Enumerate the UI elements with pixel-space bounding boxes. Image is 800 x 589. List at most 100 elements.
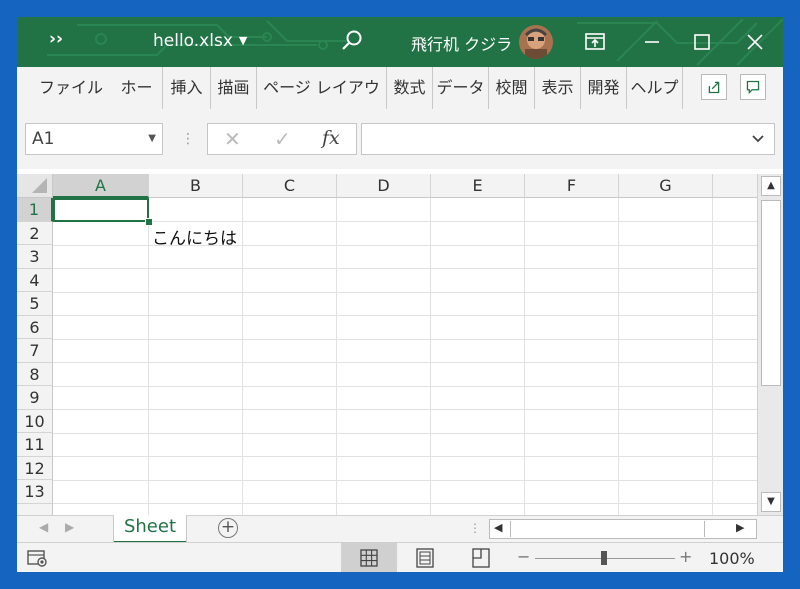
active-cell-a1[interactable]	[53, 198, 149, 222]
page-break-view-button[interactable]	[453, 543, 509, 572]
sheet-tabs-bar: ◀ ▶ Sheet + ⋮ ◀ ▶	[17, 515, 783, 543]
select-all-button[interactable]	[17, 174, 53, 198]
column-header-c[interactable]: C	[243, 174, 337, 198]
tab-help[interactable]: ヘルプ	[627, 67, 683, 109]
tab-page-layout[interactable]: ページ レイアウト	[257, 67, 387, 139]
gridline	[53, 268, 757, 269]
zoom-in-icon[interactable]: +	[679, 547, 692, 566]
row-header-2[interactable]: 2	[17, 221, 53, 245]
horizontal-scrollbar[interactable]: ◀ ▶	[489, 519, 757, 539]
row-header-3[interactable]: 3	[17, 245, 53, 269]
gridline	[242, 198, 243, 515]
gridline	[430, 198, 431, 515]
sheet-tab[interactable]: Sheet	[114, 515, 186, 543]
tab-file[interactable]: ファイル	[29, 67, 113, 109]
select-all-triangle-icon	[32, 178, 47, 193]
page-layout-view-button[interactable]	[397, 543, 453, 572]
grid-view-icon	[360, 549, 378, 567]
tab-review[interactable]: 校閲	[489, 67, 535, 109]
gridline	[53, 479, 757, 481]
column-header-b[interactable]: B	[149, 174, 243, 198]
cancel-icon[interactable]: ✕	[224, 127, 241, 151]
vertical-scrollbar[interactable]: ▲ ▼	[757, 174, 783, 515]
chevron-down-icon[interactable]: ▼	[148, 124, 156, 154]
maximize-icon[interactable]	[687, 27, 717, 57]
column-header-d[interactable]: D	[337, 174, 431, 198]
file-name-dropdown[interactable]: hello.xlsx ▼	[153, 31, 247, 51]
close-icon[interactable]	[740, 27, 770, 57]
search-icon[interactable]	[339, 28, 365, 54]
comment-icon[interactable]	[740, 74, 766, 100]
gridline	[148, 198, 149, 515]
row-header-4[interactable]: 4	[17, 268, 53, 292]
gridline	[524, 198, 525, 515]
prev-sheet-icon[interactable]: ◀	[39, 520, 48, 534]
gridline	[53, 456, 757, 457]
next-sheet-icon[interactable]: ▶	[65, 520, 74, 534]
column-header-a[interactable]: A	[53, 174, 149, 198]
title-bar: ›› hello.xlsx ▼ 飛行机 クジラ	[17, 17, 783, 67]
tab-developer[interactable]: 開発	[581, 67, 627, 109]
macro-record-icon[interactable]	[27, 549, 49, 567]
drag-handle-icon[interactable]: ⋮	[181, 131, 195, 147]
insert-function-icon[interactable]: fx	[322, 127, 340, 149]
gridline	[53, 409, 757, 410]
row-header-8[interactable]: 8	[17, 362, 53, 386]
zoom-percentage[interactable]: 100%	[709, 549, 755, 568]
ribbon-display-icon[interactable]	[580, 27, 610, 57]
gridline	[53, 503, 757, 504]
row-header-12[interactable]: 12	[17, 456, 53, 480]
formula-buttons: ✕ ✓ fx	[207, 123, 357, 155]
row-header-5[interactable]: 5	[17, 292, 53, 316]
overflow-icon[interactable]: ››	[49, 29, 63, 49]
excel-window: ›› hello.xlsx ▼ 飛行机 クジラ ファイル ホー 挿入 描画 ペー…	[17, 17, 783, 572]
row-header-11[interactable]: 11	[17, 433, 53, 457]
avatar[interactable]	[519, 25, 553, 59]
gridline	[53, 315, 757, 316]
user-name[interactable]: 飛行机 クジラ	[411, 31, 512, 55]
name-box[interactable]: A1 ▼	[25, 123, 163, 155]
chevron-down-icon[interactable]	[750, 131, 766, 147]
gridline	[712, 198, 713, 515]
zoom-slider-thumb[interactable]	[601, 551, 607, 565]
scroll-right-icon[interactable]: ▶	[736, 521, 744, 534]
formula-input[interactable]	[361, 123, 775, 155]
caret-down-icon: ▼	[238, 34, 248, 47]
zoom-out-icon[interactable]: −	[517, 547, 530, 566]
spreadsheet-grid[interactable]: A B C D E F G 1 2 3 4 5 6 7 8 9 10 11 12…	[17, 174, 757, 515]
row-header-6[interactable]: 6	[17, 315, 53, 339]
enter-icon[interactable]: ✓	[274, 127, 291, 151]
normal-view-button[interactable]	[341, 543, 397, 572]
tab-data[interactable]: データ	[433, 67, 489, 109]
gridline	[53, 338, 757, 340]
column-header-g[interactable]: G	[619, 174, 713, 198]
gridline	[618, 198, 619, 515]
cell-b2[interactable]: こんにちは	[152, 224, 237, 249]
row-header-overflow[interactable]	[17, 503, 53, 515]
gridline	[53, 221, 757, 222]
row-header-13[interactable]: 13	[17, 480, 53, 504]
add-sheet-icon[interactable]: +	[218, 518, 238, 538]
row-header-1[interactable]: 1	[17, 198, 53, 222]
scroll-left-icon[interactable]: ◀	[494, 521, 502, 534]
tab-formulas[interactable]: 数式	[387, 67, 433, 109]
scroll-up-icon[interactable]: ▲	[761, 176, 781, 196]
row-header-9[interactable]: 9	[17, 386, 53, 410]
row-header-10[interactable]: 10	[17, 409, 53, 433]
row-header-7[interactable]: 7	[17, 339, 53, 363]
scroll-down-icon[interactable]: ▼	[761, 492, 781, 512]
fill-handle[interactable]	[145, 218, 153, 226]
tab-splitter-icon[interactable]: ⋮	[469, 521, 481, 535]
column-header-e[interactable]: E	[431, 174, 525, 198]
column-header-f[interactable]: F	[525, 174, 619, 198]
tab-draw[interactable]: 描画	[211, 67, 257, 109]
ribbon-tabs: ファイル ホーム 挿入 描画 ページ レイアウト 数式 データ 校閲 表示 開発…	[17, 67, 783, 139]
tab-insert[interactable]: 挿入	[163, 67, 211, 109]
tab-home[interactable]: ホーム	[111, 67, 163, 139]
vertical-scroll-thumb[interactable]	[761, 200, 781, 386]
share-icon[interactable]	[701, 74, 727, 100]
tab-view[interactable]: 表示	[535, 67, 581, 109]
minimize-icon[interactable]	[637, 27, 667, 57]
divider	[704, 521, 705, 537]
column-header-overflow[interactable]	[713, 174, 757, 198]
